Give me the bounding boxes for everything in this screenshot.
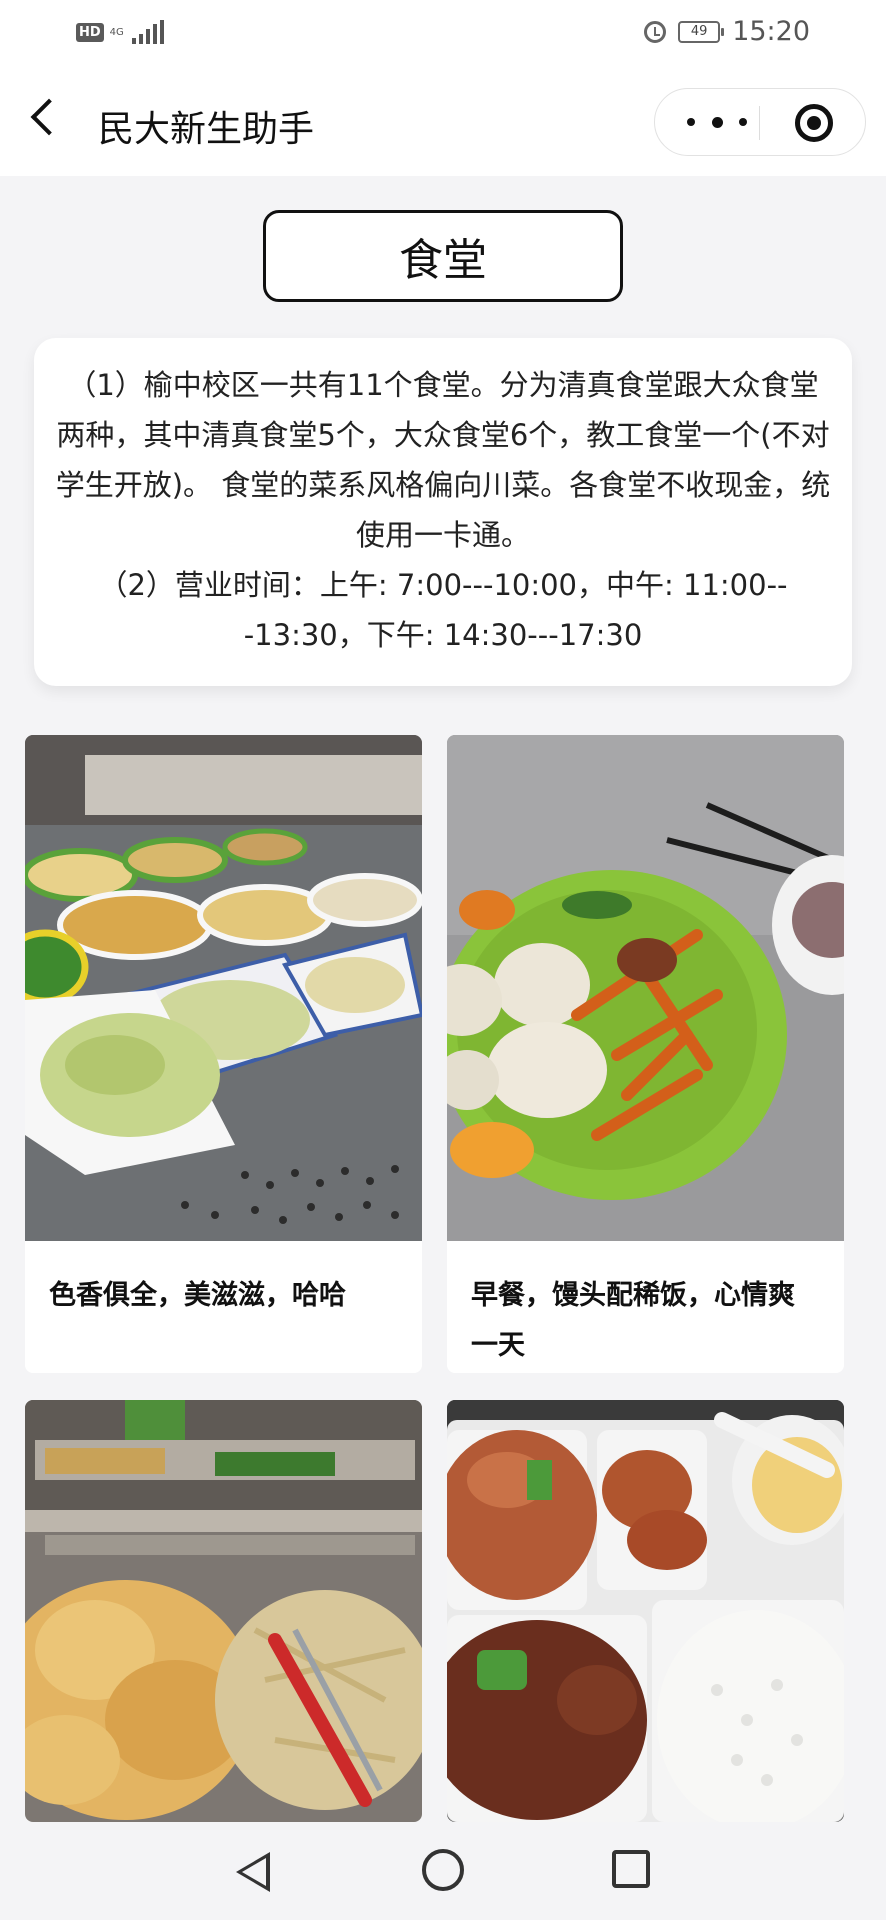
- food-photo: [447, 735, 844, 1241]
- battery-icon: 49: [678, 20, 725, 43]
- hd-badge: HD: [76, 22, 104, 42]
- food-card[interactable]: 早餐，馒头配稀饭，心情爽一天: [447, 735, 844, 1373]
- capsule-divider: [759, 106, 760, 140]
- section-title-button[interactable]: 食堂: [263, 210, 623, 302]
- back-icon[interactable]: [30, 98, 68, 136]
- nav-recent-icon[interactable]: [612, 1850, 650, 1888]
- info-paragraph-1: （1）榆中校区一共有11个食堂。分为清真食堂跟大众食堂两种，其中清真食堂5个，大…: [55, 368, 831, 552]
- network-type: 4G: [109, 26, 124, 38]
- more-icon[interactable]: [687, 112, 747, 132]
- info-paragraph-2: （2）营业时间：上午: 7:00---10:00，中午: 11:00---13:…: [98, 568, 788, 652]
- app-header: 民大新生助手: [0, 70, 886, 176]
- info-card: （1）榆中校区一共有11个食堂。分为清真食堂跟大众食堂两种，其中清真食堂5个，大…: [34, 338, 852, 686]
- battery-level: 49: [690, 24, 708, 39]
- close-miniprogram-icon[interactable]: [795, 104, 833, 142]
- status-time: 15:20: [732, 16, 810, 47]
- miniprogram-capsule: [654, 88, 866, 156]
- food-photo: [447, 1400, 844, 1822]
- status-left: HD 4G: [76, 20, 164, 44]
- status-right: 49 15:20: [644, 16, 810, 47]
- food-photo: [25, 1400, 422, 1822]
- alarm-icon: [644, 20, 667, 43]
- food-caption: 早餐，馒头配稀饭，心情爽一天: [471, 1280, 795, 1361]
- food-card[interactable]: [25, 1400, 422, 1822]
- food-card[interactable]: 色香俱全，美滋滋，哈哈: [25, 735, 422, 1373]
- food-caption: 色香俱全，美滋滋，哈哈: [49, 1280, 346, 1311]
- food-photo: [25, 735, 422, 1241]
- app-title: 民大新生助手: [98, 109, 315, 150]
- signal-icon: [131, 20, 164, 44]
- status-bar: HD 4G 49 15:20: [0, 0, 886, 70]
- system-nav-bar: [0, 1822, 886, 1920]
- nav-home-icon[interactable]: [422, 1849, 464, 1891]
- nav-back-icon[interactable]: [236, 1852, 270, 1892]
- food-card[interactable]: [447, 1400, 844, 1822]
